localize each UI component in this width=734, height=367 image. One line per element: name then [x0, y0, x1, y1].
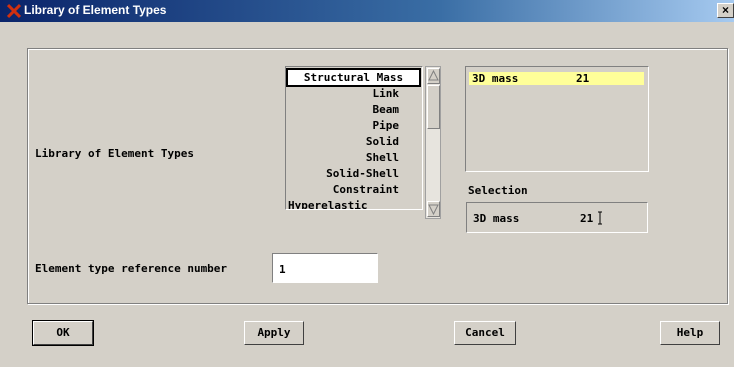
list-item[interactable]: Solid — [286, 134, 399, 149]
scroll-down-button[interactable] — [427, 201, 440, 217]
arrow-up-icon — [428, 69, 439, 81]
category-scrollbar[interactable] — [425, 66, 441, 219]
ref-number-input[interactable]: 1 — [272, 253, 378, 283]
selection-label: Selection — [468, 184, 528, 197]
apply-button[interactable]: Apply — [244, 321, 304, 345]
list-item[interactable]: Solid-Shell — [286, 166, 399, 181]
close-button[interactable]: × — [717, 3, 734, 18]
element-type-list[interactable]: 3D mass 21 — [465, 66, 649, 172]
selection-name: 3D mass — [473, 212, 520, 225]
list-item[interactable]: Constraint — [286, 182, 399, 197]
list-item[interactable]: Shell — [286, 150, 399, 165]
help-button[interactable]: Help — [660, 321, 720, 345]
selection-field: 3D mass 21 — [466, 202, 648, 233]
list-item[interactable]: Hyperelastic — [288, 198, 367, 209]
window-title: Library of Element Types — [24, 3, 167, 17]
type-name: 3D mass — [472, 72, 519, 85]
cancel-button[interactable]: Cancel — [454, 321, 516, 345]
app-logo-icon — [7, 3, 21, 19]
list-item[interactable]: 3D mass 21 — [469, 72, 644, 85]
list-item[interactable]: Structural Mass — [286, 68, 421, 87]
ok-button[interactable]: OK — [32, 320, 94, 346]
arrow-down-icon — [428, 204, 439, 216]
scroll-thumb[interactable] — [427, 85, 440, 129]
text-cursor-icon — [598, 211, 602, 225]
library-label: Library of Element Types — [35, 147, 194, 160]
list-item[interactable]: Pipe — [286, 118, 400, 133]
category-list[interactable]: Structural Mass Link Beam Pipe Solid She… — [285, 66, 423, 210]
list-item[interactable]: Beam — [286, 102, 400, 117]
selection-number: 21 — [580, 212, 594, 225]
type-number: 21 — [576, 72, 590, 85]
scroll-up-button[interactable] — [427, 68, 440, 84]
ref-label: Element type reference number — [35, 262, 228, 275]
title-bar: Library of Element Types × — [0, 0, 734, 22]
list-item[interactable]: Link — [286, 86, 400, 101]
